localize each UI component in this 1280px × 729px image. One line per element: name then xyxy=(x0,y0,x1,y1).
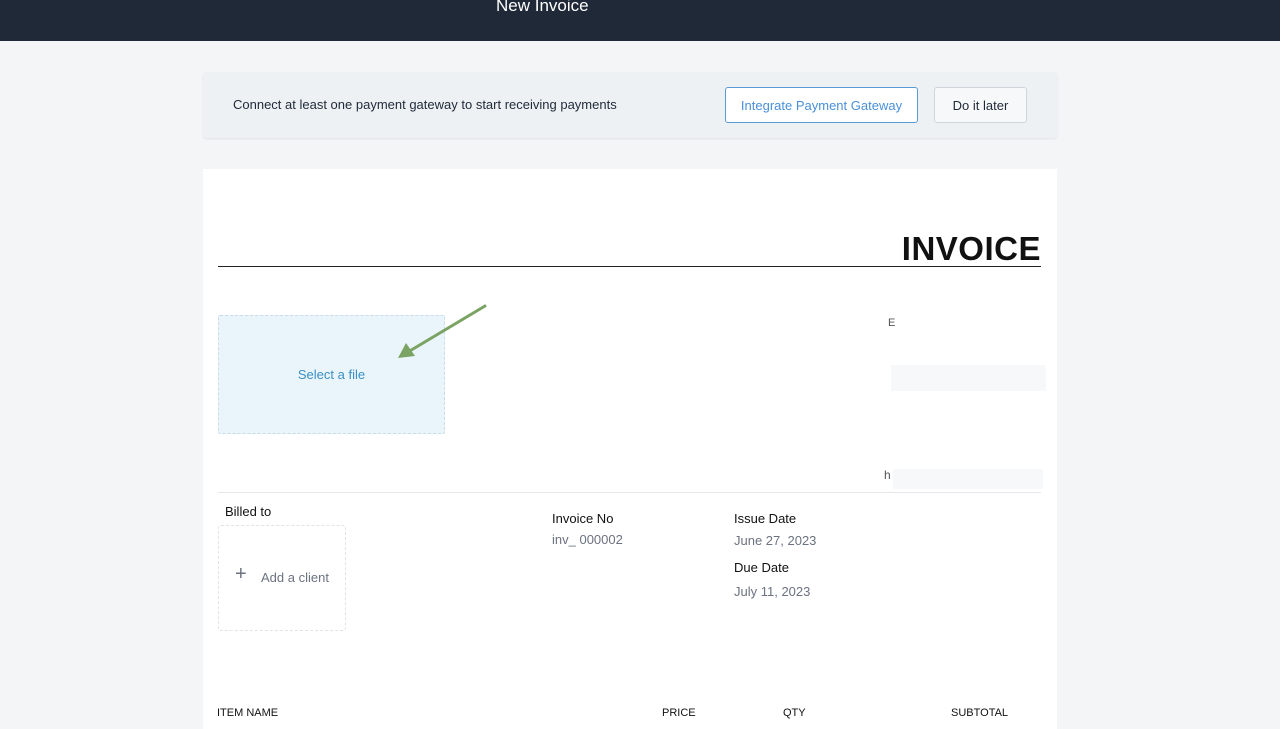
invoice-no-value[interactable]: inv_ 000002 xyxy=(552,532,623,547)
invoice-editor: INVOICE Select a file E h Billed to + Ad… xyxy=(203,169,1057,729)
billed-to-label: Billed to xyxy=(225,504,272,519)
company-detail-fragment: E xyxy=(888,317,896,329)
column-header-price: PRICE xyxy=(662,707,696,719)
section-divider xyxy=(218,492,1041,493)
column-header-qty: QTY xyxy=(783,707,806,719)
issue-date-label: Issue Date xyxy=(734,511,797,526)
heading-divider xyxy=(218,266,1041,267)
integrate-payment-gateway-button[interactable]: Integrate Payment Gateway xyxy=(725,87,918,123)
do-it-later-button[interactable]: Do it later xyxy=(934,87,1027,123)
obscured-company-detail xyxy=(893,469,1043,489)
company-detail-fragment: h xyxy=(884,468,891,482)
invoice-heading: INVOICE xyxy=(901,230,1041,267)
top-bar: New Invoice xyxy=(0,0,1280,41)
annotation-arrow-icon xyxy=(398,304,487,358)
gateway-banner-message: Connect at least one payment gateway to … xyxy=(233,97,617,112)
select-file-link[interactable]: Select a file xyxy=(219,367,444,382)
invoice-no-label: Invoice No xyxy=(552,511,614,526)
add-client-button[interactable]: + Add a client xyxy=(218,525,346,631)
column-header-subtotal: SUBTOTAL xyxy=(951,707,1009,719)
payment-gateway-banner: Connect at least one payment gateway to … xyxy=(203,72,1057,138)
plus-icon: + xyxy=(235,563,247,585)
obscured-company-detail xyxy=(891,365,1046,391)
issue-date-value[interactable]: June 27, 2023 xyxy=(734,533,816,548)
due-date-value[interactable]: July 11, 2023 xyxy=(734,584,810,599)
page-title: New Invoice xyxy=(496,0,589,15)
column-header-item-name: ITEM NAME xyxy=(217,707,279,719)
due-date-label: Due Date xyxy=(734,560,789,575)
add-client-label: Add a client xyxy=(261,570,329,585)
